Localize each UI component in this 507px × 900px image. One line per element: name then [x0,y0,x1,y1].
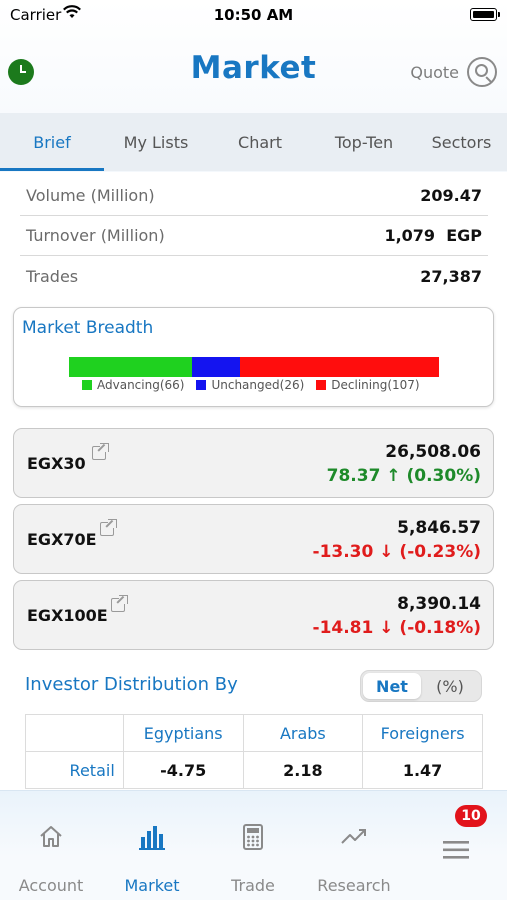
index-name: EGX70E [27,530,97,549]
tabbar-label: Account [18,876,84,895]
index-name: EGX100E [27,606,108,625]
index-card-egx100e[interactable]: EGX100E 8,390.14 -14.81 ↓ (-0.18%) [13,580,494,650]
tabbar-label: Market [124,876,180,895]
investor-distribution-title: Investor Distribution By [25,674,238,695]
tabbar-label: Trade [231,876,275,895]
legend-label: Advancing(66) [97,378,185,392]
stat-label: Volume (Million) [26,186,155,205]
column-header: Arabs [242,714,364,752]
market-breadth-title: Market Breadth [22,318,154,338]
quote-search-button[interactable]: Quote [410,55,497,89]
index-change: 78.37 ↑ (0.30%) [326,466,481,486]
table-cell: -4.75 [122,751,244,789]
column-header: Foreigners [362,714,483,752]
battery-icon [470,8,497,21]
legend-declining: Declining(107) [316,378,420,392]
stat-value: 27,387 [420,266,482,286]
tab-brief[interactable]: Brief [0,113,104,171]
search-icon [467,57,497,87]
tabbar-item-menu[interactable] [405,791,507,900]
bar-chart-icon [139,826,165,850]
bottom-tab-bar: Account Market Trade Research [0,790,507,900]
notification-badge: 10 [455,805,487,827]
market-stats: Volume (Million) 209.47 Turnover (Millio… [20,176,488,296]
legend-label: Unchanged(26) [211,378,305,392]
index-change: -14.81 ↓ (-0.18%) [312,618,481,638]
toggle-net[interactable]: Net [363,673,421,699]
column-header: Egyptians [122,714,244,752]
trend-icon [341,829,366,844]
index-value: 26,508.06 [385,442,481,462]
tab-top-ten[interactable]: Top-Ten [312,113,416,171]
external-link-icon[interactable] [92,443,109,460]
breadth-legend: Advancing(66) Unchanged(26) Declining(10… [82,378,420,392]
stat-value: 209.47 [420,186,482,205]
tabbar-item-account[interactable]: Account [0,791,102,900]
external-link-icon[interactable] [100,519,117,536]
table-row: Retail -4.75 2.18 1.47 [25,751,483,789]
index-name: EGX30 [27,454,86,473]
table-cell: 2.18 [242,751,364,789]
tabbar-item-trade[interactable]: Trade [202,791,304,900]
investor-distribution-table: Egyptians Arabs Foreigners Retail -4.75 … [25,714,483,789]
stat-row-trades: Trades 27,387 [20,256,488,296]
legend-unchanged: Unchanged(26) [196,378,304,392]
market-tabs: Brief My Lists Chart Top-Ten Sectors [0,113,507,171]
index-value: 5,846.57 [397,518,481,538]
tabbar-label: Research [317,876,391,895]
tabbar-item-market[interactable]: Market [101,791,203,900]
calculator-icon [243,824,263,850]
quote-label: Quote [410,62,459,82]
nav-header: Market Quote [0,40,507,104]
legend-swatch-unchanged [196,380,207,390]
row-label: Retail [25,751,124,789]
index-card-egx30[interactable]: EGX30 26,508.06 78.37 ↑ (0.30%) [13,428,494,498]
legend-swatch-advancing [82,380,92,390]
table-header-row: Egyptians Arabs Foreigners [25,714,483,752]
stat-value: 1,079 EGP [384,226,482,245]
status-bar: Carrier 10:50 AM [0,0,507,30]
index-value: 8,390.14 [397,594,481,614]
tabbar-item-research[interactable]: Research [303,791,405,900]
toggle-percent[interactable]: (%) [421,673,479,699]
stat-label: Trades [26,266,79,286]
table-cell: 1.47 [362,751,483,789]
tab-sectors[interactable]: Sectors [416,113,507,171]
external-link-icon[interactable] [111,595,128,612]
index-change: -13.30 ↓ (-0.23%) [312,542,481,562]
net-percent-toggle: Net (%) [360,670,482,702]
battery-tip [498,12,500,17]
stat-row-turnover: Turnover (Million) 1,079 EGP [20,216,488,256]
market-breadth-card: Market Breadth Advancing(66) Unchanged(2… [13,307,494,407]
stat-row-volume: Volume (Million) 209.47 [20,176,488,216]
legend-advancing: Advancing(66) [82,378,184,392]
tab-chart[interactable]: Chart [208,113,312,171]
breadth-segment-advancing [69,357,192,377]
breadth-segment-unchanged [191,357,241,377]
menu-icon [443,841,469,859]
tab-my-lists[interactable]: My Lists [104,113,208,171]
market-breadth-bar [69,357,439,377]
index-card-egx70e[interactable]: EGX70E 5,846.57 -13.30 ↓ (-0.23%) [13,504,494,574]
legend-label: Declining(107) [331,378,420,392]
home-icon [40,826,62,847]
stat-label: Turnover (Million) [26,226,165,245]
breadth-segment-declining [240,357,439,377]
table-corner-cell [25,714,124,752]
legend-swatch-declining [316,380,327,390]
clock-time: 10:50 AM [213,6,294,24]
